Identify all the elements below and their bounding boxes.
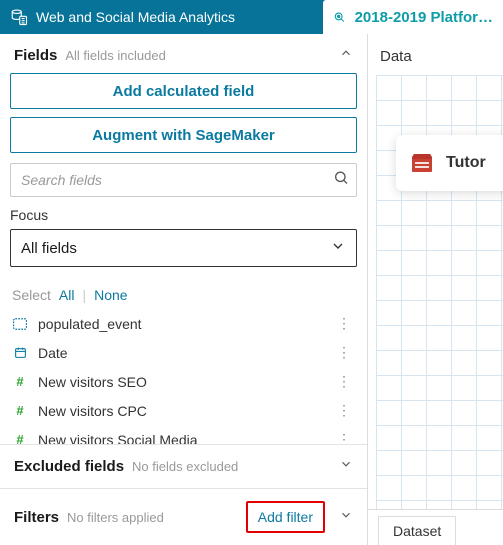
table-card-label: Tutor	[446, 154, 486, 172]
fields-section-header[interactable]: Fields All fields included	[0, 34, 367, 73]
top-bar: Web and Social Media Analytics 2018-2019…	[0, 0, 503, 34]
separator: |	[82, 287, 86, 303]
analysis-title-area: Web and Social Media Analytics	[0, 8, 245, 26]
table-card[interactable]: Tutor	[396, 135, 503, 191]
field-menu-icon[interactable]: ⋮	[333, 373, 355, 390]
fields-title: Fields	[14, 47, 57, 64]
augment-sagemaker-button[interactable]: Augment with SageMaker	[10, 117, 357, 153]
collapse-icon[interactable]	[339, 46, 353, 65]
filters-section: Filters No filters applied Add filter	[0, 488, 367, 545]
field-row[interactable]: # New visitors SEO ⋮	[0, 367, 367, 396]
add-calculated-field-button[interactable]: Add calculated field	[10, 73, 357, 109]
data-header: Data	[368, 34, 503, 75]
string-type-icon	[12, 318, 28, 330]
field-row[interactable]: Date ⋮	[0, 338, 367, 367]
fields-list: populated_event⋮Date⋮#New visitors SEO⋮#…	[0, 309, 367, 444]
focus-select-value: All fields	[21, 240, 77, 257]
fields-subtitle: All fields included	[65, 48, 165, 63]
field-row[interactable]: populated_event ⋮	[0, 309, 367, 338]
field-label: New visitors CPC	[38, 403, 147, 419]
date-type-icon	[12, 346, 28, 359]
field-row[interactable]: # New visitors CPC ⋮	[0, 396, 367, 425]
select-none-link[interactable]: None	[94, 287, 127, 303]
select-all-none-row: Select All | None	[0, 277, 367, 309]
field-menu-icon[interactable]: ⋮	[333, 431, 355, 444]
fields-panel: Fields All fields included Add calculate…	[0, 34, 368, 545]
excluded-fields-title: Excluded fields	[14, 458, 124, 475]
number-type-icon: #	[12, 374, 28, 389]
tab-dataset[interactable]: Dataset	[378, 516, 456, 545]
field-menu-icon[interactable]: ⋮	[333, 344, 355, 361]
field-row[interactable]: # New visitors Social Media ⋮	[0, 425, 367, 444]
chevron-down-icon[interactable]	[339, 508, 353, 527]
focus-select[interactable]: All fields	[10, 229, 357, 267]
chevron-down-icon[interactable]	[339, 457, 353, 476]
database-icon	[10, 8, 28, 26]
number-type-icon: #	[12, 403, 28, 418]
field-label: Date	[38, 345, 68, 361]
excluded-fields-subtitle: No fields excluded	[132, 459, 238, 474]
search-icon[interactable]	[333, 170, 349, 191]
excluded-fields-section[interactable]: Excluded fields No fields excluded	[0, 444, 367, 488]
select-label: Select	[12, 287, 51, 303]
add-calculated-field-label: Add calculated field	[113, 83, 255, 100]
table-icon	[410, 151, 434, 175]
filters-title: Filters	[14, 509, 59, 526]
filters-subtitle: No filters applied	[67, 510, 164, 525]
field-menu-icon[interactable]: ⋮	[333, 402, 355, 419]
field-label: New visitors SEO	[38, 374, 147, 390]
schema-canvas[interactable]: Tutor	[376, 75, 503, 509]
field-label: populated_event	[38, 316, 142, 332]
data-panel: Data Tutor Dataset	[368, 34, 503, 545]
analysis-title: Web and Social Media Analytics	[36, 9, 235, 25]
number-type-icon: #	[12, 432, 28, 444]
dataset-tab-label: 2018-2019 Platfor…	[355, 9, 493, 26]
focus-label: Focus	[10, 207, 357, 223]
dataset-tab[interactable]: 2018-2019 Platfor…	[323, 0, 503, 34]
search-fields-wrapper	[10, 163, 357, 197]
search-fields-input[interactable]	[10, 163, 357, 197]
field-label: New visitors Social Media	[38, 432, 198, 445]
bottom-tabs: Dataset	[368, 509, 503, 545]
augment-sagemaker-label: Augment with SageMaker	[92, 127, 275, 144]
dataset-eye-icon	[333, 7, 347, 27]
add-filter-button[interactable]: Add filter	[246, 501, 325, 533]
chevron-down-icon	[330, 238, 346, 258]
field-menu-icon[interactable]: ⋮	[333, 315, 355, 332]
select-all-link[interactable]: All	[59, 287, 75, 303]
